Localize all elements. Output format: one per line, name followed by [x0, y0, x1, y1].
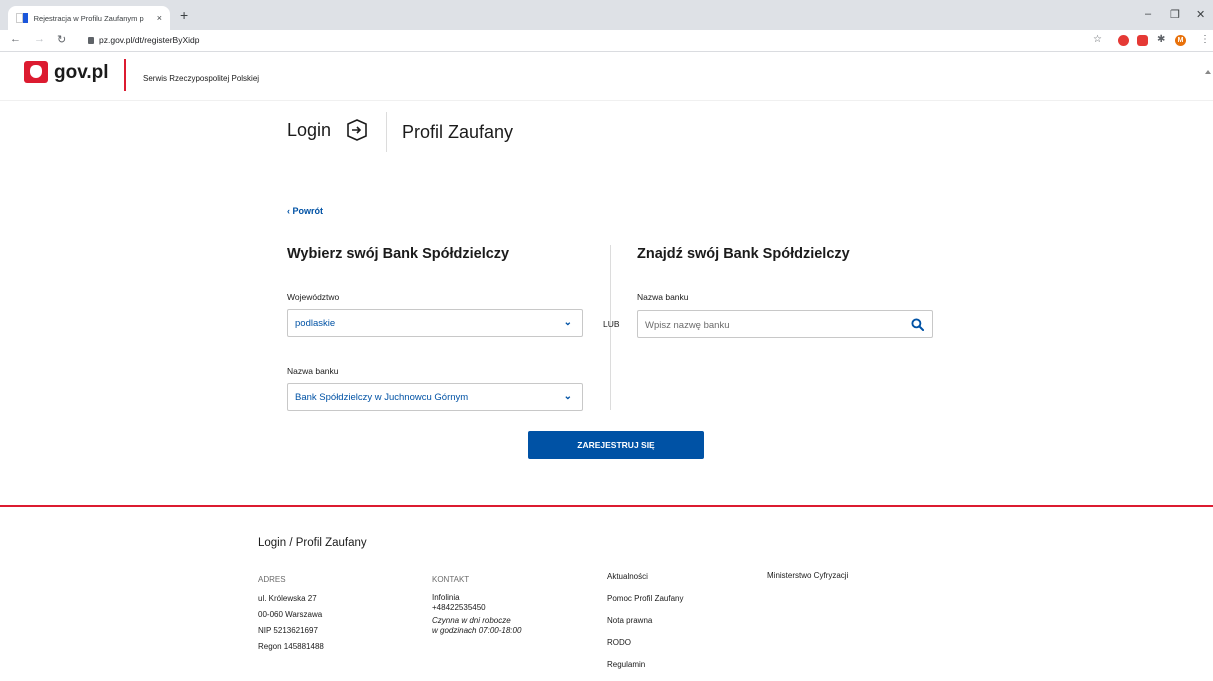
or-text: LUB: [603, 319, 620, 329]
contact-phone[interactable]: +48422535450: [432, 603, 521, 613]
url-field[interactable]: pz.gov.pl/dt/registerByXidp: [99, 35, 199, 45]
brand-divider: [386, 112, 387, 152]
window-restore-button[interactable]: ❐: [1170, 8, 1180, 21]
bank-search-box: [637, 310, 933, 338]
search-icon[interactable]: [911, 318, 924, 331]
footer-link-ministry[interactable]: Ministerstwo Cyfryzacji: [767, 571, 848, 580]
forward-arrow-icon[interactable]: →: [34, 33, 45, 45]
address-line: 00-060 Warszawa: [258, 610, 323, 619]
back-arrow-icon[interactable]: ←: [10, 33, 21, 45]
voivodeship-select[interactable]: podlaskie ⌄: [287, 309, 583, 337]
gov-logo-text[interactable]: gov.pl: [54, 62, 109, 84]
chevron-down-icon: ⌄: [563, 391, 572, 402]
register-button[interactable]: ZAREJESTRUJ SIĘ: [528, 431, 704, 459]
browser-address-bar: ← → ↻ pz.gov.pl/dt/registerByXidp ☆ ✱ M …: [0, 30, 1213, 52]
contact-hours: w godzinach 07:00-18:00: [432, 626, 522, 635]
puzzle-extensions-icon[interactable]: ✱: [1157, 34, 1165, 45]
window-minimize-button[interactable]: –: [1145, 8, 1151, 20]
adblock-extension-icon[interactable]: [1118, 35, 1129, 46]
footer-title: Login / Profil Zaufany: [258, 537, 367, 549]
address-heading: ADRES: [258, 575, 286, 584]
lock-icon: [88, 37, 94, 44]
bookmark-star-icon[interactable]: ☆: [1093, 34, 1102, 45]
voivodeship-label: Województwo: [287, 292, 340, 302]
bank-name-value: Bank Spółdzielczy w Juchnowcu Górnym: [295, 392, 469, 403]
chevron-down-icon: ⌄: [563, 317, 572, 328]
footer-link-rodo[interactable]: RODO: [607, 637, 683, 649]
address-line: NIP 5213621697: [258, 626, 318, 635]
tab-close-icon[interactable]: ×: [157, 13, 162, 23]
contact-hours: Czynna w dni robocze: [432, 616, 511, 625]
browser-tab[interactable]: Rejestracja w Profilu Zaufanym p ×: [8, 6, 170, 30]
address-line: Regon 145881488: [258, 642, 324, 651]
window-close-button[interactable]: ✕: [1196, 8, 1205, 21]
choose-bank-heading: Wybierz swój Bank Spółdzielczy: [287, 246, 510, 262]
scrollbar-up-arrow-icon[interactable]: [1205, 70, 1211, 74]
site-header: gov.pl Serwis Rzeczypospolitej Polskiej: [0, 53, 1213, 101]
footer-links: Aktualności Pomoc Profil Zaufany Nota pr…: [607, 571, 683, 681]
footer-link-help[interactable]: Pomoc Profil Zaufany: [607, 593, 683, 605]
reload-icon[interactable]: ↻: [57, 33, 66, 46]
service-name: Serwis Rzeczypospolitej Polskiej: [143, 74, 260, 83]
tab-title: Rejestracja w Profilu Zaufanym p: [33, 13, 144, 23]
login-door-icon: [347, 119, 367, 141]
extension-icon[interactable]: [1137, 35, 1148, 46]
login-brand-text: Login: [287, 120, 332, 140]
contact-heading: KONTAKT: [432, 575, 470, 584]
footer-link-terms[interactable]: Regulamin: [607, 659, 683, 671]
search-bank-label: Nazwa banku: [637, 292, 689, 302]
bank-name-select[interactable]: Bank Spółdzielczy w Juchnowcu Górnym ⌄: [287, 383, 583, 411]
browser-tab-bar: Rejestracja w Profilu Zaufanym p × + – ❐…: [0, 0, 1213, 30]
find-bank-heading: Znajdź swój Bank Spółdzielczy: [637, 246, 850, 262]
bank-name-label: Nazwa banku: [287, 366, 339, 376]
footer-link-legal[interactable]: Nota prawna: [607, 615, 683, 627]
back-link[interactable]: ‹ Powrót: [287, 206, 323, 216]
profil-zaufany-brand-text: Profil Zaufany: [402, 122, 514, 142]
contact-block: Infolinia +48422535450 Czynna w dni robo…: [432, 593, 521, 636]
new-tab-button[interactable]: +: [180, 8, 188, 22]
bank-search-input[interactable]: [645, 317, 905, 333]
header-divider: [124, 59, 126, 91]
profile-avatar[interactable]: M: [1175, 35, 1186, 46]
gov-eagle-logo-icon[interactable]: [24, 61, 48, 83]
site-favicon-icon: [16, 13, 28, 23]
contact-name: Infolinia: [432, 593, 460, 602]
footer-divider: [0, 505, 1213, 507]
footer-link-news[interactable]: Aktualności: [607, 571, 683, 583]
menu-kebab-icon[interactable]: ⋮: [1200, 34, 1210, 45]
address-line: ul. Królewska 27: [258, 594, 317, 603]
address-block: ul. Królewska 27 00-060 Warszawa NIP 521…: [258, 593, 324, 653]
voivodeship-value: podlaskie: [295, 318, 336, 329]
